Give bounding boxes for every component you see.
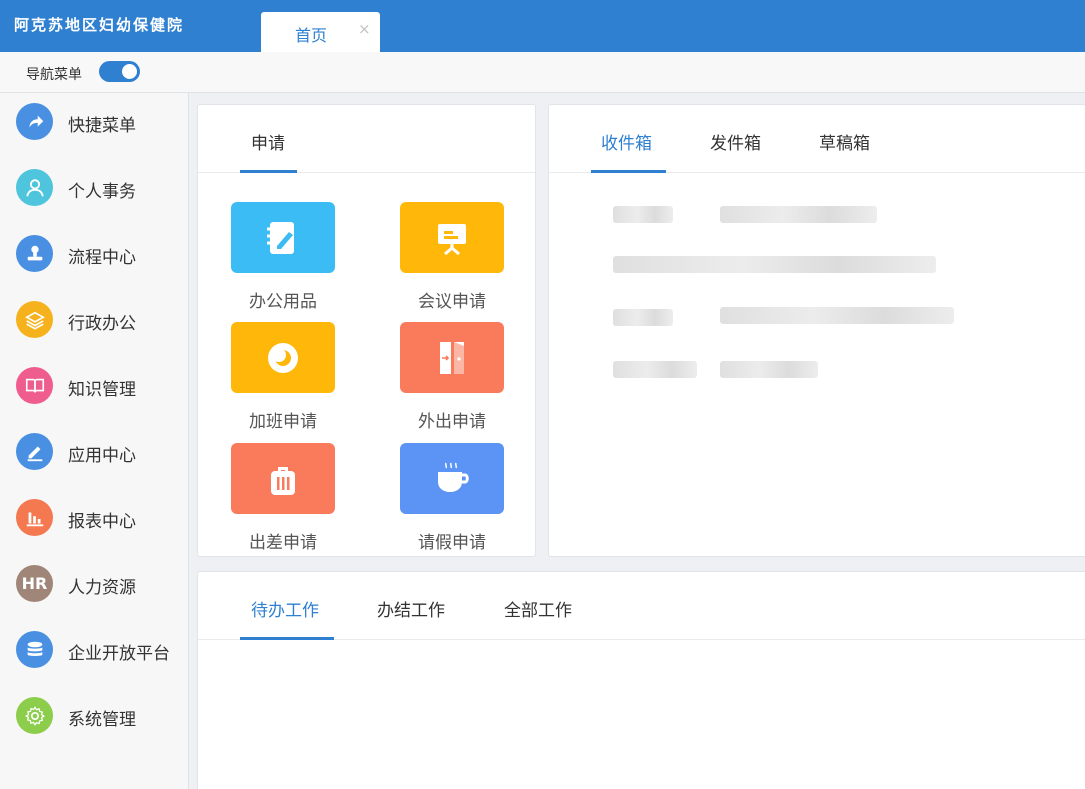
- coffee-cup-icon: [400, 443, 504, 514]
- notebook-pen-icon: [231, 202, 335, 273]
- luggage-icon: [231, 443, 335, 514]
- sidebar-item-label: 流程中心: [68, 248, 136, 268]
- tab-all-work[interactable]: 全部工作: [504, 596, 572, 621]
- edit-icon: [16, 433, 53, 470]
- database-icon: [16, 631, 53, 668]
- mail-tabs: 收件箱 发件箱 草稿箱: [549, 105, 1085, 173]
- stamp-icon: [16, 235, 53, 272]
- sidebar-item-process-center[interactable]: 流程中心: [0, 227, 189, 287]
- sidebar-item-label: 快捷菜单: [68, 116, 136, 136]
- app-overtime[interactable]: 加班申请: [227, 322, 337, 437]
- app-go-out[interactable]: 外出申请: [396, 322, 506, 437]
- app-leave[interactable]: 请假申请: [396, 443, 506, 558]
- sidebar: 快捷菜单 个人事务 流程中心 行政办公 知识管理 应用中心 报表中心 HR 人力…: [0, 93, 189, 789]
- sidebar-item-label: 个人事务: [68, 182, 136, 202]
- app-label: 请假申请: [418, 533, 486, 553]
- sidebar-item-admin-office[interactable]: 行政办公: [0, 293, 189, 353]
- blurred-mail-sender: [613, 206, 673, 223]
- tab-sent[interactable]: 发件箱: [710, 129, 761, 154]
- work-panel: 待办工作 办结工作 全部工作: [197, 571, 1085, 789]
- blurred-mail-subject: [720, 206, 877, 223]
- sidebar-item-label: 企业开放平台: [68, 644, 170, 664]
- sidebar-item-label: 知识管理: [68, 380, 136, 400]
- app-title: 阿克苏地区妇幼保健院: [14, 16, 185, 34]
- toggle-knob: [122, 64, 137, 79]
- blurred-mail-subject: [720, 361, 818, 378]
- presentation-board-icon: [400, 202, 504, 273]
- tab-drafts[interactable]: 草稿箱: [819, 129, 870, 154]
- hr-icon: HR: [16, 565, 53, 602]
- mail-panel: 收件箱 发件箱 草稿箱: [548, 104, 1085, 557]
- nav-menu-toggle[interactable]: [99, 61, 140, 82]
- door-icon: [400, 322, 504, 393]
- sidebar-item-open-platform[interactable]: 企业开放平台: [0, 623, 189, 683]
- tab-apply[interactable]: 申请: [251, 129, 285, 154]
- sidebar-item-app-center[interactable]: 应用中心: [0, 425, 189, 485]
- layers-icon: [16, 301, 53, 338]
- sidebar-item-label: 人力资源: [68, 578, 136, 598]
- close-icon[interactable]: ×: [358, 20, 371, 38]
- sidebar-item-label: 行政办公: [68, 314, 136, 334]
- blurred-mail-sender: [613, 361, 697, 378]
- tab-home-label: 首页: [295, 26, 328, 45]
- nav-toggle-label: 导航菜单: [26, 67, 82, 83]
- person-icon: [16, 169, 53, 206]
- tab-inbox[interactable]: 收件箱: [601, 129, 652, 154]
- nav-toggle-row: 导航菜单: [0, 52, 1085, 93]
- sidebar-item-label: 应用中心: [68, 446, 136, 466]
- sidebar-item-knowledge[interactable]: 知识管理: [0, 359, 189, 419]
- sidebar-item-quick-menu[interactable]: 快捷菜单: [0, 95, 189, 155]
- sidebar-item-label: 系统管理: [68, 710, 136, 730]
- active-tab-indicator: [240, 170, 297, 173]
- app-label: 外出申请: [418, 412, 486, 432]
- work-tabs: 待办工作 办结工作 全部工作: [198, 572, 1085, 640]
- tab-finished-work[interactable]: 办结工作: [377, 596, 445, 621]
- moon-icon: [231, 322, 335, 393]
- app-office-supplies[interactable]: 办公用品: [227, 202, 337, 317]
- gear-icon: [16, 697, 53, 734]
- sidebar-item-personal-affairs[interactable]: 个人事务: [0, 161, 189, 221]
- sidebar-item-system-admin[interactable]: 系统管理: [0, 689, 189, 749]
- active-tab-indicator: [591, 170, 666, 173]
- tab-home[interactable]: 首页 ×: [261, 12, 380, 52]
- apply-panel: 申请 办公用品 会议申请 加班申请 外出申请 出差申请 请假申请: [197, 104, 536, 557]
- app-label: 出差申请: [249, 533, 317, 553]
- apply-tabs: 申请: [198, 105, 535, 173]
- active-tab-indicator: [240, 637, 334, 640]
- book-icon: [16, 367, 53, 404]
- sidebar-item-hr[interactable]: HR 人力资源: [0, 557, 189, 617]
- app-label: 会议申请: [418, 292, 486, 312]
- app-label: 办公用品: [249, 292, 317, 312]
- blurred-mail-subject: [720, 307, 954, 324]
- tab-todo-work[interactable]: 待办工作: [251, 596, 319, 621]
- app-meeting[interactable]: 会议申请: [396, 202, 506, 317]
- app-label: 加班申请: [249, 412, 317, 432]
- sidebar-item-report-center[interactable]: 报表中心: [0, 491, 189, 551]
- blurred-mail-sender: [613, 309, 673, 326]
- top-bar: 阿克苏地区妇幼保健院 首页 ×: [0, 0, 1085, 52]
- share-arrow-icon: [16, 103, 53, 140]
- bar-chart-icon: [16, 499, 53, 536]
- sidebar-item-label: 报表中心: [68, 512, 136, 532]
- app-business-trip[interactable]: 出差申请: [227, 443, 337, 558]
- blurred-mail-row: [613, 256, 936, 273]
